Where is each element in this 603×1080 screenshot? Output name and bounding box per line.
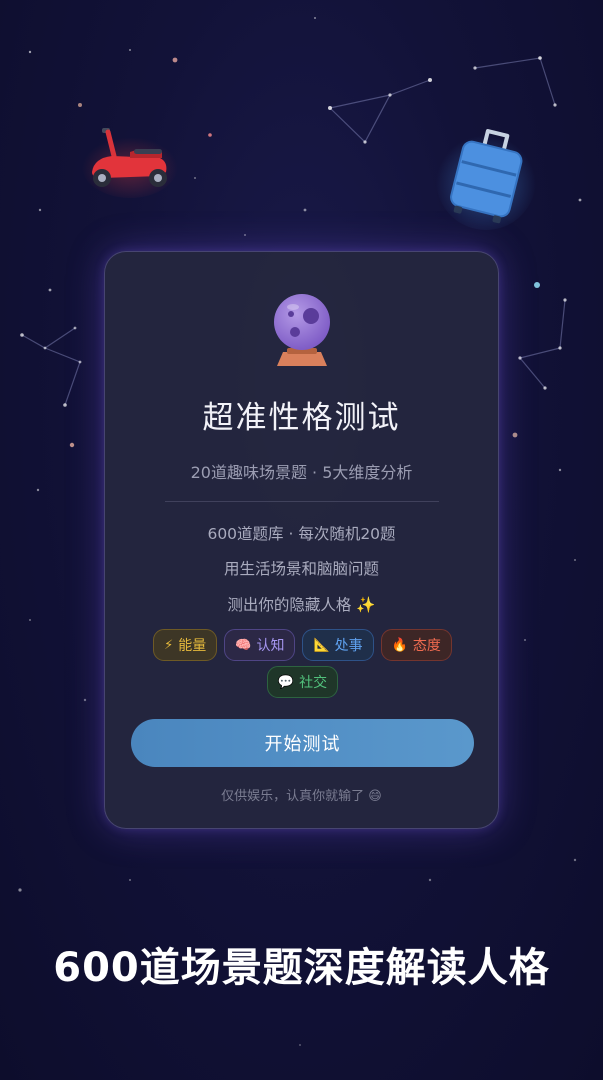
tag-label: 社交 — [299, 675, 328, 691]
fire-icon: 🔥 — [391, 637, 408, 653]
crystal-ball-icon — [274, 294, 330, 366]
tag-label: 能量 — [178, 638, 207, 654]
brain-icon: 🧠 — [235, 637, 252, 653]
subtitle: 20道趣味场景题 · 5大维度分析 — [190, 463, 413, 482]
tag-social: 💬 社交 — [266, 666, 339, 698]
tag-label: 态度 — [412, 638, 441, 654]
disclaimer: 仅供娱乐，认真你就输了 😄 — [105, 785, 498, 804]
promo-caption: 600道场景题深度解读人格 — [53, 945, 550, 991]
page-title: 超准性格测试 — [202, 400, 401, 436]
suitcase-icon — [436, 129, 536, 230]
dimension-tags: ⚡ 能量 🧠 认知 📐 处事 🔥 态度 💬 社交 — [125, 629, 480, 698]
test-intro-card: 超准性格测试 20道趣味场景题 · 5大维度分析 600道题库 · 每次随机20… — [104, 251, 499, 829]
description-line-1: 600道题库 · 每次随机20题 — [207, 525, 396, 543]
tag-cognition: 🧠 认知 — [224, 629, 296, 661]
description-line-3: 测出你的隐藏人格 ✨ — [105, 593, 498, 615]
tag-handling: 📐 处事 — [302, 629, 374, 661]
divider — [165, 501, 439, 502]
lightning-icon: ⚡ — [164, 637, 174, 653]
tag-label: 认知 — [256, 638, 285, 654]
start-test-button[interactable]: 开始测试 — [131, 719, 474, 767]
scooter-icon — [82, 128, 178, 198]
description-line-2: 用生活场景和脑脑问题 — [223, 560, 379, 578]
tag-attitude: 🔥 态度 — [380, 629, 452, 661]
smile-emoji-icon: 😄 — [368, 789, 382, 804]
triangle-ruler-icon: 📐 — [313, 637, 330, 653]
sparkles-icon: ✨ — [356, 596, 376, 614]
speech-bubble-icon: 💬 — [277, 674, 295, 690]
tag-label: 处事 — [334, 638, 363, 654]
disclaimer-text: 仅供娱乐，认真你就输了 — [221, 789, 365, 804]
tag-energy: ⚡ 能量 — [153, 629, 218, 661]
description-line-3-text: 测出你的隐藏人格 — [227, 596, 352, 614]
